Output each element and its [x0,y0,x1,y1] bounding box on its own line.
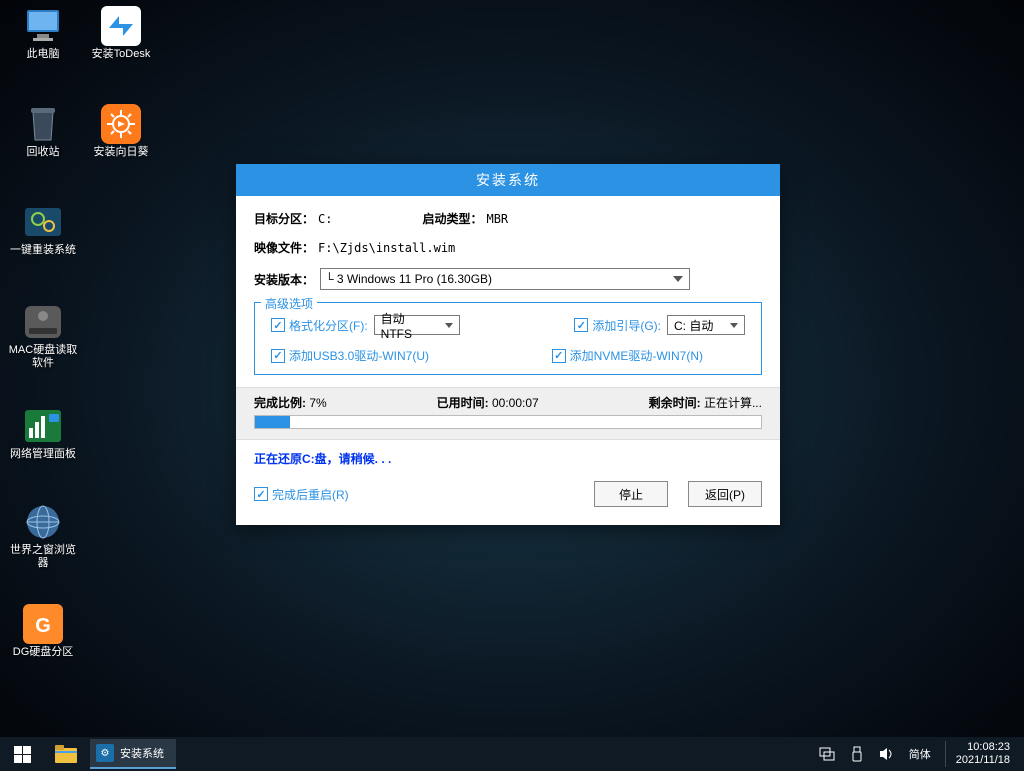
desktop-icon-label: 一键重装系统 [10,244,76,257]
dropdown-arrow-icon [445,323,453,328]
image-file-label: 映像文件： [254,239,314,256]
add-usb3-label: 添加USB3.0驱动-WIN7(U) [289,347,429,364]
elapsed-value: 00:00:07 [492,396,539,410]
ime-indicator[interactable]: 简体 [909,746,931,762]
install-version-select[interactable]: └ 3 Windows 11 Pro (16.30GB) [320,268,690,290]
taskbar-explorer-button[interactable] [44,737,88,771]
add-usb3-checkbox[interactable]: ✓ [271,349,285,363]
desktop-icon-label: 安装向日葵 [94,146,149,159]
dropdown-arrow-icon [673,276,683,282]
dropdown-arrow-icon [730,323,738,328]
target-partition-value: C: [318,212,332,226]
install-version-label: 安装版本： [254,271,314,288]
format-partition-checkbox[interactable]: ✓ [271,318,285,332]
progress-bar [254,415,762,429]
desktop-icon-label: MAC硬盘读取软件 [8,344,78,370]
recycle-bin-icon [23,104,63,144]
gear-icon: ⚙ [96,744,114,762]
format-partition-label: 格式化分区(F): [289,317,368,334]
remaining-value: 正在计算... [704,396,762,410]
advanced-options-fieldset: 高级选项 ✓ 格式化分区(F): 自动 NTFS ✓ 添加引导(G): C: 自… [254,302,762,375]
clock-date: 2021/11/18 [956,754,1010,767]
restart-after-label: 完成后重启(R) [272,486,349,503]
progress-pct-label: 完成比例: [254,396,306,410]
network-tray-icon[interactable] [819,746,835,762]
clock-time: 10:08:23 [956,741,1010,754]
add-boot-checkbox[interactable]: ✓ [574,318,588,332]
desktop-icon-theworld-browser[interactable]: 世界之窗浏览器 [8,502,78,570]
monitor-icon [23,6,63,46]
desktop-icon-recycle-bin[interactable]: 回收站 [8,104,78,159]
desktop-icon-network-panel[interactable]: 网络管理面板 [8,406,78,461]
taskbar-clock[interactable]: 10:08:23 2021/11/18 [945,741,1016,767]
folder-icon [55,745,77,763]
partition-icon: G [23,604,63,644]
svg-text:G: G [35,615,51,637]
status-message: 正在还原C:盘，请稍候. . . [254,450,762,467]
desktop-icon-this-pc[interactable]: 此电脑 [8,6,78,61]
add-boot-select[interactable]: C: 自动 [667,315,745,335]
target-partition-label: 目标分区： [254,210,314,227]
desktop-icon-label: 世界之窗浏览器 [8,544,78,570]
disk-icon [23,302,63,342]
window-title: 安装系统 [476,172,540,188]
windows-logo-icon [14,746,31,763]
desktop-icon-label: 此电脑 [27,48,60,61]
sunflower-icon [101,104,141,144]
desktop-icon-label: DG硬盘分区 [13,646,74,659]
format-partition-select[interactable]: 自动 NTFS [374,315,460,335]
start-button[interactable] [0,737,44,771]
progress-fill [255,416,290,428]
image-file-value: F:\Zjds\install.wim [318,241,455,255]
desktop-icon-mac-disk[interactable]: MAC硬盘读取软件 [8,302,78,370]
gears-icon [23,202,63,242]
add-nvme-checkbox[interactable]: ✓ [552,349,566,363]
installer-window: 安装系统 目标分区： C: 启动类型： MBR 映像文件： F:\Zjds\in… [236,164,780,525]
progress-section: 完成比例: 7% 已用时间: 00:00:07 剩余时间: 正在计算... [236,387,780,440]
desktop-icon-label: 回收站 [27,146,60,159]
restart-after-checkbox[interactable]: ✓ [254,487,268,501]
taskbar-app-label: 安装系统 [120,745,164,761]
todesk-icon [101,6,141,46]
boot-type-label: 启动类型： [422,210,482,227]
back-button[interactable]: 返回(P) [688,481,762,507]
desktop-icon-dg-partition[interactable]: G DG硬盘分区 [8,604,78,659]
volume-tray-icon[interactable] [879,746,895,762]
desktop-icon-todesk[interactable]: 安装ToDesk [86,6,156,61]
system-tray: 简体 10:08:23 2021/11/18 [819,741,1024,767]
boot-type-value: MBR [486,212,508,226]
add-boot-label: 添加引导(G): [592,317,661,334]
desktop-icon-sunflower[interactable]: 安装向日葵 [86,104,156,159]
advanced-legend: 高级选项 [261,295,317,312]
taskbar: ⚙ 安装系统 简体 10:08:23 2021/11/18 [0,737,1024,771]
desktop-icon-label: 安装ToDesk [92,48,151,61]
network-panel-icon [23,406,63,446]
taskbar-app-installer[interactable]: ⚙ 安装系统 [90,739,176,769]
usb-tray-icon[interactable] [849,746,865,762]
install-version-value: └ 3 Windows 11 Pro (16.30GB) [325,272,492,286]
globe-icon [23,502,63,542]
add-nvme-label: 添加NVME驱动-WIN7(N) [570,347,703,364]
window-titlebar[interactable]: 安装系统 [236,164,780,196]
progress-pct-value: 7% [309,396,326,410]
desktop-icon-reinstall[interactable]: 一键重装系统 [8,202,78,257]
elapsed-label: 已用时间: [437,396,489,410]
desktop-icon-label: 网络管理面板 [10,448,76,461]
stop-button[interactable]: 停止 [594,481,668,507]
remaining-label: 剩余时间: [649,396,701,410]
